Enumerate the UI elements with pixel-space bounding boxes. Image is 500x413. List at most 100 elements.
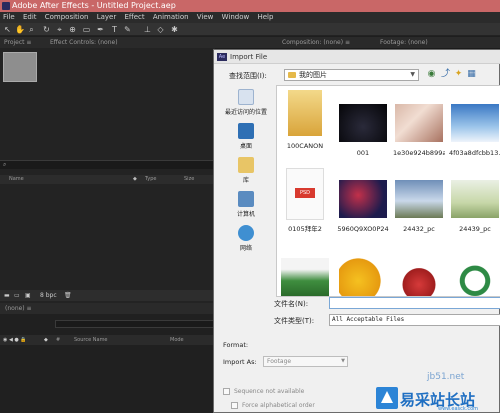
file-item[interactable] <box>393 258 445 296</box>
menu-edit[interactable]: Edit <box>23 12 37 23</box>
eraser-tool-icon[interactable]: ◇ <box>156 25 165 34</box>
tab-effect-controls[interactable]: Effect Controls: (none) <box>50 37 118 48</box>
file-name: 24439_pc <box>459 225 491 233</box>
file-item[interactable]: 4f03a8dfcbb13... <box>449 90 500 157</box>
recent-places-icon <box>238 89 254 105</box>
file-item[interactable]: PSD 0105拜年2 <box>279 168 331 233</box>
file-item[interactable]: 24439_pc <box>449 168 500 233</box>
places-bar: 最近访问的位置 桌面 库 计算机 网络 <box>220 87 272 297</box>
menu-file[interactable]: File <box>3 12 15 23</box>
timeline-column-headers: ◉ ◀ ● 🔒 ◆ # Source Name Mode <box>0 335 215 345</box>
view-menu-icon[interactable]: ▦ <box>466 69 477 80</box>
menu-composition[interactable]: Composition <box>45 12 89 23</box>
image-thumbnail <box>339 180 387 218</box>
selection-tool-icon[interactable]: ↖ <box>3 25 12 34</box>
timeline-search-input[interactable] <box>55 320 215 328</box>
dialog-title: Import File <box>230 53 268 61</box>
pen-tool-icon[interactable]: ✒ <box>96 25 105 34</box>
column-mode[interactable]: Mode <box>170 335 184 345</box>
file-type-select[interactable]: All Acceptable Files <box>329 314 500 326</box>
look-in-value: 我的图片 <box>299 71 327 79</box>
file-item[interactable] <box>279 258 331 296</box>
force-alpha-checkbox[interactable] <box>231 402 238 409</box>
type-tool-icon[interactable]: T <box>110 25 119 34</box>
place-label: 库 <box>242 177 249 184</box>
project-search-input[interactable]: ⌕ <box>0 160 215 169</box>
look-in-label: 查找范围(I): <box>229 72 267 80</box>
look-in-dropdown[interactable]: 我的图片 ▼ <box>284 69 419 81</box>
import-as-select[interactable]: Footage ▼ <box>263 356 348 367</box>
clone-tool-icon[interactable]: ⊥ <box>143 25 152 34</box>
file-item[interactable] <box>337 258 389 296</box>
file-item[interactable]: 24432_pc <box>393 168 445 233</box>
psd-badge: PSD <box>295 188 315 198</box>
sequence-checkbox[interactable] <box>223 388 230 395</box>
file-item[interactable]: 100CANON <box>279 90 331 150</box>
hand-tool-icon[interactable]: ✋ <box>15 25 25 34</box>
camera-tool-icon[interactable]: ⌖ <box>55 25 64 34</box>
image-thumbnail <box>339 104 387 142</box>
watermark-site: jb51.net <box>427 372 465 382</box>
zoom-tool-icon[interactable]: ⌕ <box>27 25 36 34</box>
interpret-footage-icon[interactable]: ▬ <box>4 290 10 301</box>
image-thumbnail <box>395 258 443 296</box>
file-item[interactable]: 5960Q9XO0P24 <box>337 168 389 233</box>
watermark-sub: www.easck.com <box>438 406 479 412</box>
new-folder-icon[interactable]: ▭ <box>14 290 20 301</box>
format-label: Format: <box>223 341 249 349</box>
tools-toolbar: ↖ ✋ ⌕ ↻ ⌖ ⊕ ▭ ✒ T ✎ ⊥ ◇ ✱ <box>0 23 500 36</box>
file-name: 4f03a8dfcbb13... <box>449 149 500 157</box>
menu-effect[interactable]: Effect <box>124 12 144 23</box>
tab-footage[interactable]: Footage: (none) <box>380 37 428 48</box>
tab-project[interactable]: Project ≡ <box>4 37 31 48</box>
menu-window[interactable]: Window <box>222 12 250 23</box>
file-item[interactable] <box>449 258 500 296</box>
column-size[interactable]: Size <box>184 175 194 184</box>
rectangle-tool-icon[interactable]: ▭ <box>82 25 91 34</box>
import-as-value: Footage <box>267 358 292 365</box>
sequence-label: Sequence not available <box>234 388 305 395</box>
menu-layer[interactable]: Layer <box>97 12 117 23</box>
bpc-label[interactable]: 8 bpc <box>40 290 57 301</box>
column-name[interactable]: Name <box>9 175 24 184</box>
column-source-name[interactable]: Source Name <box>74 335 108 345</box>
folder-icon <box>288 90 322 136</box>
watermark-logo-icon <box>376 387 398 409</box>
new-folder-icon[interactable]: ✦ <box>453 69 464 80</box>
file-name-input[interactable] <box>329 297 500 309</box>
roto-tool-icon[interactable]: ✱ <box>170 25 179 34</box>
file-type-label: 文件类型(T): <box>274 317 315 325</box>
back-icon[interactable]: ◉ <box>426 69 437 80</box>
file-item[interactable]: 1e30e924b899a... <box>393 90 445 157</box>
place-libraries[interactable]: 库 <box>220 157 272 184</box>
pan-behind-tool-icon[interactable]: ⊕ <box>68 25 77 34</box>
psd-file-icon: PSD <box>286 168 324 220</box>
rotation-tool-icon[interactable]: ↻ <box>42 25 51 34</box>
delete-icon[interactable]: 🗑 <box>64 290 72 301</box>
chevron-down-icon: ▼ <box>341 358 345 364</box>
image-thumbnail <box>451 104 499 142</box>
place-label: 网络 <box>239 245 252 252</box>
import-file-dialog: Ae Import File 查找范围(I): 我的图片 ▼ ◉ ⤴ ✦ ▦ 最… <box>213 49 500 413</box>
place-desktop[interactable]: 桌面 <box>220 123 272 150</box>
file-item[interactable]: 001 <box>337 90 389 157</box>
place-computer[interactable]: 计算机 <box>220 191 272 218</box>
project-column-headers: Name ◆ Type Size <box>0 175 215 184</box>
up-folder-icon[interactable]: ⤴ <box>440 69 451 80</box>
network-icon <box>238 225 254 241</box>
brush-tool-icon[interactable]: ✎ <box>123 25 132 34</box>
new-composition-icon[interactable]: ▣ <box>25 290 31 301</box>
image-thumbnail <box>339 258 387 296</box>
column-type[interactable]: Type <box>145 175 156 184</box>
menu-view[interactable]: View <box>197 12 214 23</box>
menu-help[interactable]: Help <box>257 12 273 23</box>
place-recent[interactable]: 最近访问的位置 <box>220 89 272 116</box>
place-label: 最近访问的位置 <box>224 109 267 116</box>
libraries-icon <box>238 157 254 173</box>
tab-timeline[interactable]: (none) ≡ <box>0 303 215 314</box>
place-network[interactable]: 网络 <box>220 225 272 252</box>
tab-composition[interactable]: Composition: (none) ≡ <box>282 37 350 48</box>
menu-animation[interactable]: Animation <box>153 12 189 23</box>
image-thumbnail <box>395 104 443 142</box>
menu-bar: File Edit Composition Layer Effect Anima… <box>0 12 500 23</box>
